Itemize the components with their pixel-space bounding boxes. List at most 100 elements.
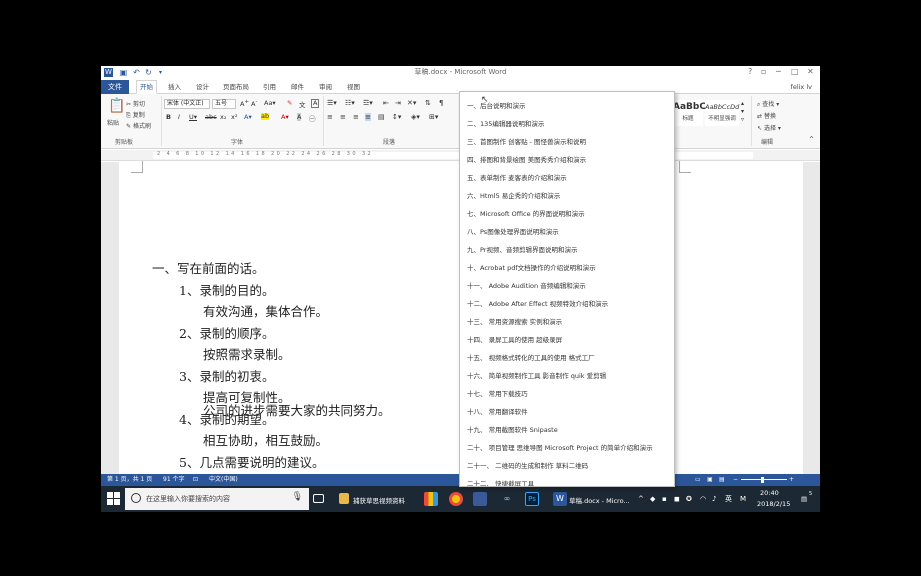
char-shading-icon[interactable]: A	[297, 113, 302, 121]
replace-button[interactable]: ⇄ 替换	[757, 111, 776, 120]
style-heading[interactable]: AaBbC 标题	[673, 100, 706, 126]
word-task-label[interactable]: 草稿.docx - Micro...	[569, 495, 630, 505]
folder-icon[interactable]	[339, 493, 349, 504]
list-item[interactable]: 十五、 视频格式转化的工具的使用 格式工厂	[467, 352, 595, 362]
phonetic-icon[interactable]: 文	[299, 99, 306, 109]
increase-indent-icon[interactable]: ⇥	[395, 99, 401, 107]
microphone-icon[interactable]: 🎙	[292, 492, 303, 502]
tab-view[interactable]: 视图	[347, 80, 360, 94]
page-count[interactable]: 第 1 页，共 1 页	[107, 474, 152, 486]
folder-task-label[interactable]: 捕获草思视频资料	[353, 495, 405, 505]
list-item[interactable]: 六、Html5 易企秀的介绍和演示	[467, 190, 560, 200]
ribbon-options-icon[interactable]: ▫	[761, 67, 766, 76]
chinese-layout-icon[interactable]: ✕▾	[407, 99, 416, 107]
list-item[interactable]: 二十一、 二维码的生成和制作 草料二维码	[467, 460, 588, 470]
align-right-icon[interactable]: ≡	[353, 113, 359, 121]
word-icon[interactable]: W	[553, 492, 567, 506]
list-item[interactable]: 一、后台说明和演示	[467, 100, 526, 110]
list-item[interactable]: 七、Microsoft Office 的界面说明和演示	[467, 208, 585, 218]
italic-icon[interactable]: I	[178, 113, 180, 121]
underline-icon[interactable]: U▾	[189, 113, 197, 121]
clock-time[interactable]: 20:40	[760, 489, 779, 497]
find-button[interactable]: ⌕ 查找 ▾	[757, 99, 779, 109]
volume-icon[interactable]: ♪	[712, 486, 716, 512]
list-item[interactable]: 八、Ps图像处理界面说明和演示	[467, 226, 559, 236]
taskbar-search[interactable]: 在这里输入你要搜索的内容 🎙	[125, 488, 309, 510]
tray-app-icon[interactable]: ▪	[662, 486, 667, 512]
tray-app-icon[interactable]: ◼	[674, 486, 680, 512]
numbering-icon[interactable]: ☷▾	[345, 99, 355, 107]
tray-app-icon[interactable]: ✪	[686, 486, 692, 512]
read-mode-icon[interactable]: ▭	[695, 474, 701, 486]
multilevel-list-icon[interactable]: ☲▾	[363, 99, 373, 107]
list-item[interactable]: 十六、 简单视频制作工具 影音制作 quik 爱剪辑	[467, 370, 606, 380]
select-button[interactable]: ↖ 选择 ▾	[757, 123, 781, 132]
list-item[interactable]: 十一、 Adobe Audition 音频编辑和演示	[467, 280, 586, 290]
close-button[interactable]: ✕	[807, 67, 814, 76]
list-item[interactable]: 四、排图和背景绘图 美图秀秀介绍和演示	[467, 154, 586, 164]
web-layout-icon[interactable]: ▤	[719, 474, 725, 486]
list-item[interactable]: 十七、 常用下载技巧	[467, 388, 528, 398]
zoom-out-button[interactable]: −	[733, 474, 738, 486]
ime-language[interactable]: 英	[725, 486, 732, 512]
style-subtle-emphasis[interactable]: AaBbCcDd 不明显强调	[705, 100, 739, 126]
list-item[interactable]: 十三、 常用资源搜索 实例和演示	[467, 316, 562, 326]
app-icon[interactable]	[424, 492, 438, 506]
list-item[interactable]: 十九、 常用截图软件 Snipaste	[467, 424, 558, 434]
dropdown-list[interactable]: 一、后台说明和演示 二、135编辑器说明和演示 三、首图制作 创客贴 - 图怪兽…	[459, 91, 675, 487]
tab-insert[interactable]: 插入	[168, 80, 181, 94]
ime-mode[interactable]: M	[740, 486, 746, 512]
tab-page-layout[interactable]: 页面布局	[223, 80, 249, 94]
styles-scroll-icon[interactable]: ▴ ▾ ▿	[741, 100, 744, 124]
bullets-icon[interactable]: ☰▾	[327, 99, 337, 107]
font-grow-icon[interactable]: A+ A-	[240, 99, 257, 108]
sort-icon[interactable]: ⇅	[425, 99, 431, 107]
show-marks-icon[interactable]: ¶	[439, 99, 443, 107]
cut-button[interactable]: ✂ 剪切	[126, 99, 145, 108]
highlight-icon[interactable]: ab	[261, 113, 270, 120]
tab-design[interactable]: 设计	[196, 80, 209, 94]
list-item[interactable]: 十二、 Adobe After Effect 视频特效介绍和演示	[467, 298, 608, 308]
wifi-icon[interactable]: ◠	[700, 486, 706, 512]
chrome-icon[interactable]	[449, 492, 463, 506]
windows-start-icon[interactable]	[107, 492, 120, 505]
notification-icon[interactable]: ▤	[801, 495, 807, 503]
list-item[interactable]: 九、Pr视频、音频剪辑界面说明和演示	[467, 244, 577, 254]
paste-button[interactable]: 粘贴	[107, 118, 119, 127]
list-item[interactable]: 十、Acrobat pdf文档操作的介绍说明和演示	[467, 262, 596, 272]
shading-icon[interactable]: ◈▾	[411, 113, 420, 121]
collapse-ribbon-icon[interactable]: ^	[809, 136, 814, 143]
change-case-icon[interactable]: Aa▾	[264, 99, 276, 107]
align-left-icon[interactable]: ≡	[327, 113, 333, 121]
font-name-select[interactable]: 宋体 (中文正)	[164, 99, 210, 109]
text-effects-icon[interactable]: A▾	[244, 113, 252, 121]
tray-expand-icon[interactable]: ^	[638, 486, 644, 512]
app-icon[interactable]	[473, 492, 487, 506]
enclose-char-icon[interactable]: ㊀	[309, 113, 316, 123]
tray-app-icon[interactable]: ◆	[650, 486, 655, 512]
list-item[interactable]: 二、135编辑器说明和演示	[467, 118, 544, 128]
clock-date[interactable]: 2018/2/15	[757, 500, 790, 508]
tab-file[interactable]: 文件	[101, 80, 129, 94]
format-painter-button[interactable]: ✎ 格式刷	[126, 121, 151, 130]
list-item[interactable]: 十四、 录屏工具的使用 超级录屏	[467, 334, 562, 344]
list-item[interactable]: 二十二、 快捷截屏工具	[467, 478, 534, 486]
tab-mailings[interactable]: 邮件	[291, 80, 304, 94]
tab-references[interactable]: 引用	[263, 80, 276, 94]
list-item[interactable]: 五、表单制作 麦客表的介绍和演示	[467, 172, 567, 182]
help-button[interactable]: ?	[748, 67, 752, 76]
distributed-icon[interactable]: ▤	[378, 113, 385, 121]
decrease-indent-icon[interactable]: ⇤	[383, 99, 389, 107]
bold-icon[interactable]: B	[166, 113, 171, 121]
line-spacing-icon[interactable]: ↕▾	[392, 113, 401, 121]
zoom-slider-thumb[interactable]	[761, 477, 764, 483]
list-item[interactable]: 十八、 常用翻译软件	[467, 406, 528, 416]
font-color-icon[interactable]: A▾	[281, 113, 289, 121]
tab-review[interactable]: 审阅	[319, 80, 332, 94]
proofing-icon[interactable]: ⊡	[193, 474, 198, 486]
superscript-icon[interactable]: x²	[231, 113, 237, 121]
zoom-slider-track[interactable]	[741, 479, 787, 480]
word-count[interactable]: 91 个字	[163, 474, 185, 486]
font-size-select[interactable]: 五号	[212, 99, 236, 109]
justify-icon[interactable]: ≡	[365, 113, 371, 121]
